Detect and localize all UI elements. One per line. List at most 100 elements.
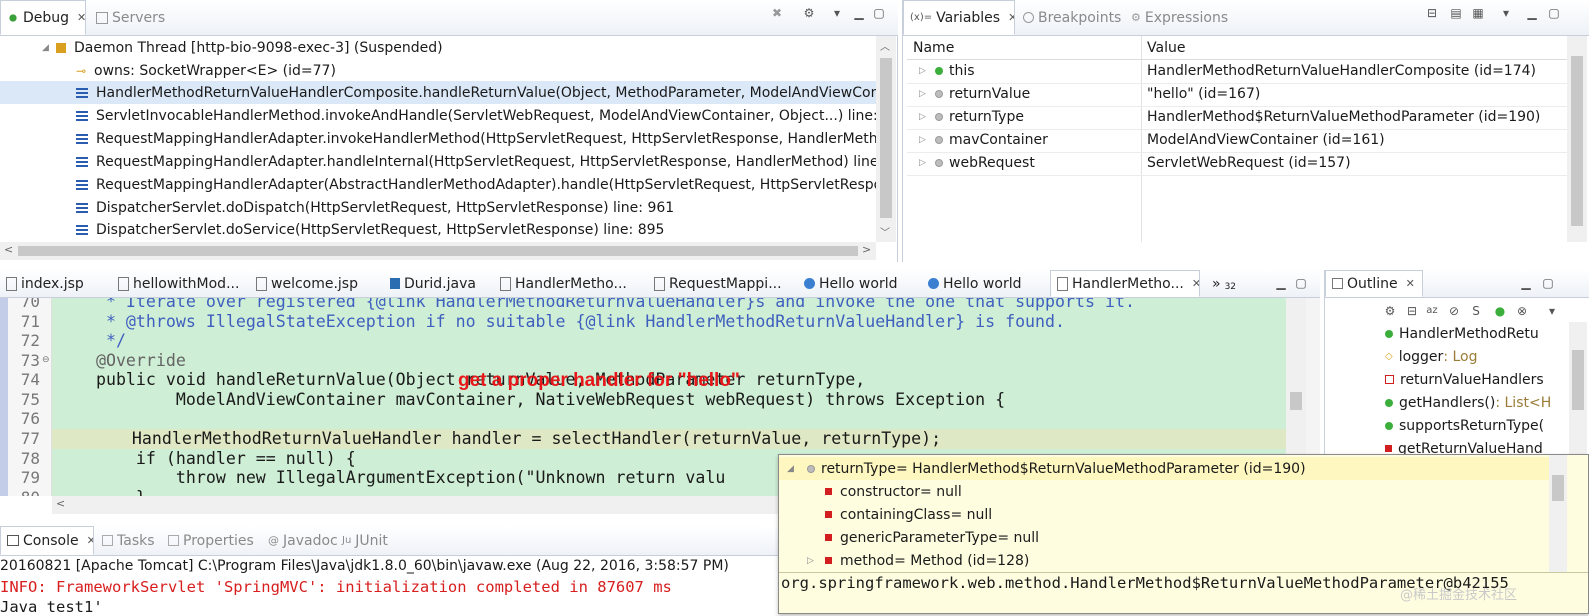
minimize-icon[interactable]: ▁ [852,6,866,20]
stack-frame-row[interactable]: ServletInvocableHandlerMethod.invokeAndH… [0,104,876,127]
show-columns-icon[interactable]: ▤ [1449,6,1463,20]
collapse-all-icon[interactable]: ⊟ [1405,304,1419,318]
stack-frame-row[interactable]: RequestMappingHandlerAdapter.handleInter… [0,150,876,173]
scroll-thumb[interactable] [880,58,892,218]
maximize-icon[interactable]: ▢ [872,6,886,20]
scroll-left-icon[interactable]: < [56,497,65,510]
editor-tab[interactable]: HandlerMetho... [494,270,630,297]
scroll-thumb[interactable] [1290,392,1302,410]
expand-icon[interactable]: ▷ [919,158,929,168]
collapse-icon[interactable]: ◢ [42,43,52,53]
maximize-icon[interactable]: ▢ [1294,276,1308,290]
scroll-down-icon[interactable]: ﹀ [880,224,890,239]
hide-fields-icon[interactable]: ⊘ [1447,304,1461,318]
expand-icon[interactable]: ▷ [919,135,929,145]
outline-item[interactable]: HandlerMethodRetu [1385,322,1569,345]
editor-tab-active[interactable]: HandlerMetho...✕ [1050,270,1200,297]
minimize-icon[interactable]: ▁ [1274,276,1288,290]
editor-tab[interactable]: Hello world [922,270,1046,297]
scroll-thumb[interactable] [1552,475,1564,501]
outline-item[interactable]: returnValueHandlers [1385,368,1569,391]
maximize-icon[interactable]: ▢ [1547,6,1561,20]
hover-vertical-scrollbar[interactable] [1549,455,1567,572]
close-icon[interactable]: ✕ [1192,277,1199,290]
hover-field-row[interactable]: ▷ method= Method (id=128) [779,549,1549,572]
hide-static-icon[interactable]: S [1469,304,1483,318]
outline-item[interactable]: supportsReturnType( [1385,414,1569,437]
collapse-icon[interactable]: ◢ [787,464,797,474]
scroll-up-icon[interactable]: ︿ [880,38,890,53]
remove-all-terminated-icon[interactable]: ✖ [770,6,784,20]
column-header-value[interactable]: Value [1147,40,1185,56]
tab-variables[interactable]: (x)= Variables ✕ [903,0,1015,35]
outline-item[interactable]: getHandlers() : List<H [1385,391,1569,414]
minimize-icon[interactable]: ▁ [1519,276,1533,290]
hover-field-row[interactable]: containingClass= null [779,503,1549,526]
stack-frame-row[interactable]: DispatcherServlet.doDispatch(HttpServlet… [0,196,876,219]
variable-row[interactable]: ▷ this HandlerMethodReturnValueHandlerCom… [907,60,1567,84]
hover-root-row[interactable]: ◢ returnType= HandlerMethod$ReturnValueM… [779,457,1549,480]
collapse-all-icon[interactable]: ⊟ [1425,6,1439,20]
close-icon[interactable]: ✕ [87,534,93,547]
maximize-icon[interactable]: ▢ [1541,276,1555,290]
view-menu-icon[interactable]: ⚙ [802,6,816,20]
editor-tab[interactable]: index.jsp [0,270,112,297]
scroll-right-icon[interactable]: > [862,243,871,256]
close-icon[interactable]: ✕ [1406,277,1415,290]
sort-icon[interactable]: az [1425,304,1439,318]
stack-frame-row[interactable]: HandlerMethodReturnValueHandlerComposite… [0,81,876,104]
focus-icon[interactable]: ⚙ [1383,304,1397,318]
chevron-down-icon[interactable]: ▾ [1499,6,1513,20]
thread-row[interactable]: ◢ Daemon Thread [http-bio-9098-exec-3] (… [0,36,876,59]
expand-icon[interactable]: ▷ [919,112,929,122]
close-icon[interactable]: ✕ [1008,11,1014,24]
editor-tab[interactable]: welcome.jsp [250,270,382,297]
expand-icon[interactable]: ▷ [919,66,929,76]
fold-icon[interactable]: ⊖ [42,355,50,365]
variable-row[interactable]: ▷ mavContainer ModelAndViewContainer (id=… [907,129,1567,153]
hide-nonpublic-icon[interactable]: ● [1493,304,1507,318]
scroll-thumb[interactable] [1572,350,1584,410]
hover-field-row[interactable]: constructor= null [779,480,1549,503]
hover-field-row[interactable]: genericParameterType= null [779,526,1549,549]
tab-outline[interactable]: Outline ✕ [1325,270,1423,297]
tab-javadoc[interactable]: @ Javadoc [262,526,342,555]
tab-properties[interactable]: Properties [162,526,260,555]
editor-tab[interactable]: hellowithMod... [112,270,248,297]
editor-tab[interactable]: Hello world [798,270,920,297]
variable-row[interactable]: ▷ returnValue "hello" (id=167) [907,83,1567,107]
scroll-thumb[interactable] [18,246,858,256]
owns-row[interactable]: ⊸ owns: SocketWrapper<E> (id=77) [0,59,876,82]
tab-servers[interactable]: Servers [90,0,170,35]
variable-row[interactable]: ▷ webRequest ServletWebRequest (id=157) [907,152,1567,176]
tab-expressions[interactable]: ⚙ Expressions [1125,0,1229,35]
chevron-down-icon[interactable]: ▾ [830,6,844,20]
stack-frame-row[interactable]: DispatcherServlet.doService(HttpServletR… [0,218,876,241]
debug-vertical-scrollbar[interactable]: ︿ ﹀ [876,36,896,242]
variable-row[interactable]: ▷ returnType HandlerMethod$ReturnValueMet… [907,106,1567,130]
stack-frame-row[interactable]: RequestMappingHandlerAdapter.invokeHandl… [0,127,876,150]
expand-icon[interactable]: ▷ [919,89,929,99]
minimize-icon[interactable]: ▁ [1525,6,1539,20]
layout-icon[interactable]: ▦ [1471,6,1485,20]
tab-breakpoints[interactable]: Breakpoints [1017,0,1123,35]
tab-debug[interactable]: Debug ✕ [0,0,86,35]
debug-horizontal-scrollbar[interactable]: < > [0,242,876,260]
scroll-thumb[interactable] [1571,56,1583,226]
close-icon[interactable]: ✕ [77,11,85,24]
variables-vertical-scrollbar[interactable] [1567,36,1587,242]
hide-local-types-icon[interactable]: ⊗ [1515,304,1529,318]
column-header-name[interactable]: Name [913,40,954,56]
expand-icon[interactable]: ▷ [807,556,817,566]
scroll-left-icon[interactable]: < [4,243,13,256]
tab-console[interactable]: Console ✕ [0,526,94,555]
outline-item[interactable]: ◇ logger : Log [1385,345,1569,368]
tab-tasks[interactable]: Tasks [96,526,162,555]
outline-vertical-scrollbar[interactable] [1569,322,1587,462]
chevron-down-icon[interactable]: ▾ [1545,304,1559,318]
tab-junit[interactable]: Ju JUnit [336,526,406,555]
tab-overflow[interactable]: » 32 [1206,270,1242,297]
editor-tab[interactable]: Durid.java [384,270,492,297]
editor-tab[interactable]: RequestMappi... [648,270,782,297]
stack-frame-row[interactable]: RequestMappingHandlerAdapter(AbstractHan… [0,173,876,196]
